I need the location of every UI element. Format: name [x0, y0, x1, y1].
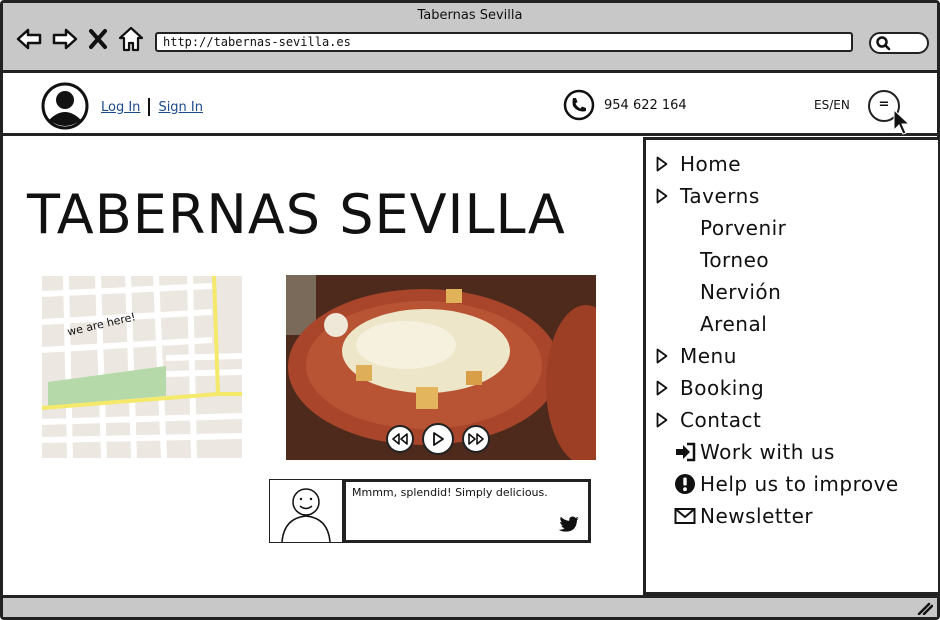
browser-nav	[15, 25, 145, 53]
exclamation-icon	[675, 474, 695, 494]
video-controls	[386, 423, 490, 455]
comment-text: Mmmm, splendid! Simply delicious.	[352, 486, 548, 499]
sidebar-item-label: Home	[680, 152, 742, 176]
sidebar-nav: Home Taverns Porvenir Torneo Nervión Are…	[656, 148, 899, 532]
browser-search[interactable]	[869, 32, 929, 54]
sidebar-item-work-with-us[interactable]: Work with us	[656, 436, 899, 468]
sidebar-item-label: Booking	[680, 376, 765, 400]
sidebar-item-home[interactable]: Home	[656, 148, 899, 180]
language-switch[interactable]: ES/EN	[814, 98, 850, 112]
signin-link[interactable]: Sign In	[158, 100, 203, 115]
triangle-right-icon	[656, 348, 668, 364]
twitter-icon[interactable]	[558, 516, 580, 534]
sidebar-item-label: Newsletter	[700, 504, 814, 528]
user-avatar-icon[interactable]	[41, 82, 89, 130]
envelope-icon	[674, 508, 696, 524]
address-bar[interactable]: http://tabernas-sevilla.es	[155, 32, 853, 52]
browser-titlebar: Tabernas Sevilla http://tabernas-sevilla…	[3, 3, 937, 73]
phone-icon	[563, 89, 595, 121]
rewind-icon[interactable]	[386, 425, 414, 453]
sidebar-item-label: Help us to improve	[700, 472, 899, 496]
sidebar-item-contact[interactable]: Contact	[656, 404, 899, 436]
triangle-right-icon	[656, 188, 668, 204]
sidebar-item-label: Torneo	[700, 248, 770, 272]
sidebar-item-help-improve[interactable]: Help us to improve	[656, 468, 899, 500]
triangle-right-icon	[656, 380, 668, 396]
browser-status-bar	[3, 595, 937, 617]
divider	[148, 98, 151, 116]
site-header: Log In Sign In 954 622 164 ES/EN =	[3, 76, 937, 136]
close-icon[interactable]	[87, 25, 109, 53]
comment-box: Mmmm, splendid! Simply delicious.	[343, 479, 591, 543]
video-player[interactable]	[286, 275, 596, 460]
back-icon[interactable]	[15, 25, 43, 53]
sidebar-item-label: Menu	[680, 344, 737, 368]
sidebar-subitem-nervion[interactable]: Nervión	[656, 276, 899, 308]
auth-links: Log In Sign In	[101, 98, 203, 116]
sign-in-icon	[676, 442, 696, 462]
location-map[interactable]: we are here!	[42, 276, 242, 458]
sidebar-subitem-torneo[interactable]: Torneo	[656, 244, 899, 276]
sidebar-item-newsletter[interactable]: Newsletter	[656, 500, 899, 532]
login-link[interactable]: Log In	[101, 100, 140, 115]
triangle-right-icon	[656, 412, 668, 428]
sidebar-item-booking[interactable]: Booking	[656, 372, 899, 404]
triangle-right-icon	[656, 156, 668, 172]
sidebar-item-menu[interactable]: Menu	[656, 340, 899, 372]
resize-handle-icon[interactable]	[917, 601, 933, 615]
browser-window: Tabernas Sevilla http://tabernas-sevilla…	[0, 0, 940, 620]
sidebar-item-taverns[interactable]: Taverns	[656, 180, 899, 212]
sidebar-item-label: Nervión	[700, 280, 782, 304]
window-title: Tabernas Sevilla	[417, 8, 523, 23]
sidebar-item-label: Porvenir	[700, 216, 787, 240]
sidebar-subitem-porvenir[interactable]: Porvenir	[656, 212, 899, 244]
sidebar-item-label: Taverns	[680, 184, 760, 208]
sidebar-item-label: Contact	[680, 408, 762, 432]
phone-number: 954 622 164	[604, 98, 687, 113]
cursor-icon	[893, 108, 911, 135]
page-title: TABERNAS SEVILLA	[27, 183, 566, 246]
sidebar-subitem-arenal[interactable]: Arenal	[656, 308, 899, 340]
sidebar-item-label: Work with us	[700, 440, 835, 464]
search-icon	[876, 36, 891, 51]
home-icon[interactable]	[117, 25, 145, 53]
sidebar-item-label: Arenal	[700, 312, 768, 336]
fast-forward-icon[interactable]	[462, 425, 490, 453]
forward-icon[interactable]	[51, 25, 79, 53]
sidebar-menu: Home Taverns Porvenir Torneo Nervión Are…	[643, 137, 940, 595]
main-content: TABERNAS SEVILLA we are here! Mmmm, sple…	[3, 139, 643, 593]
commenter-avatar	[269, 479, 343, 543]
play-icon[interactable]	[422, 423, 454, 455]
